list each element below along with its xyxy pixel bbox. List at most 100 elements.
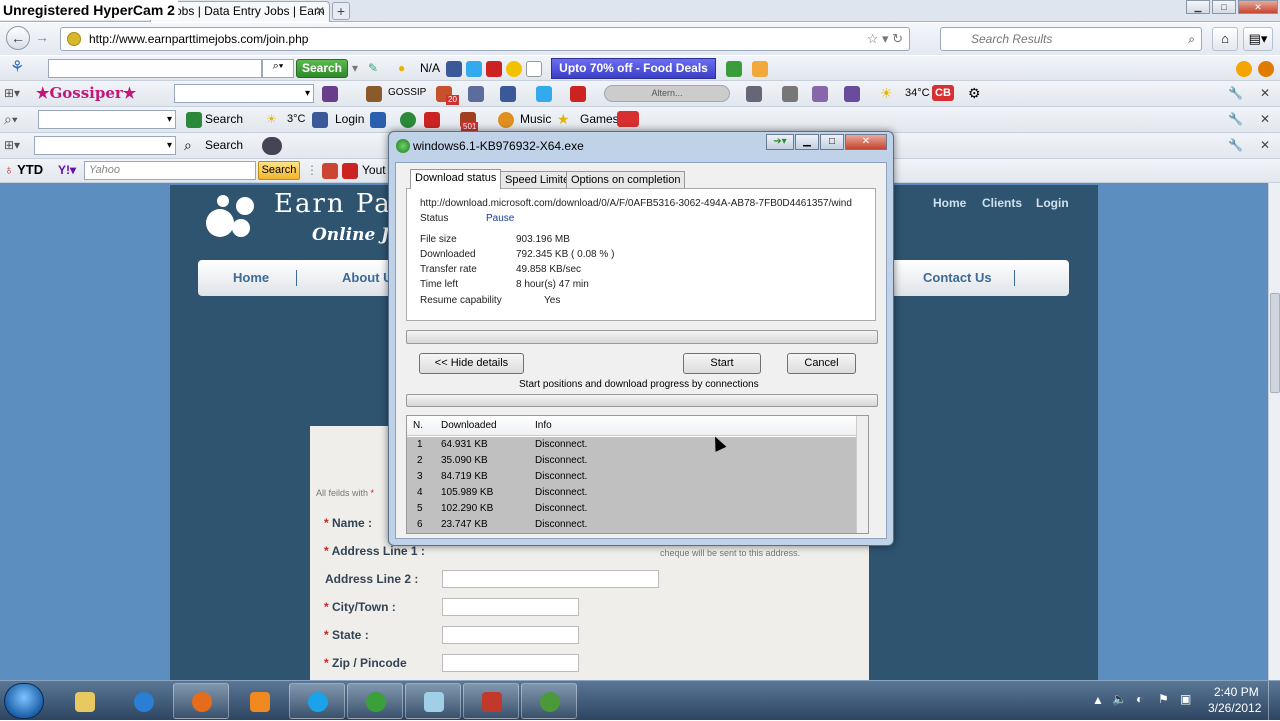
- addon-plus-icon[interactable]: [1236, 61, 1252, 77]
- toolbar-3-search-input[interactable]: ▾: [38, 110, 176, 129]
- minimize-button[interactable]: ▁: [1186, 0, 1210, 14]
- toolbar-dropdown-arrow-icon[interactable]: ▾: [352, 59, 358, 77]
- column-info[interactable]: Info: [535, 416, 552, 436]
- cancel-button[interactable]: Cancel: [787, 353, 856, 374]
- address-bar[interactable]: http://www.earnparttimejobs.com/join.php…: [60, 27, 910, 51]
- menu-about[interactable]: About U: [342, 270, 393, 285]
- amazon-icon[interactable]: [526, 61, 542, 77]
- tab-options-on-completion[interactable]: Options on completion: [566, 171, 686, 189]
- maximize-button[interactable]: □: [1212, 0, 1236, 14]
- column-downloaded[interactable]: Downloaded: [441, 416, 497, 436]
- youtube-icon-4[interactable]: [342, 163, 358, 179]
- top-link-home[interactable]: Home: [933, 196, 966, 210]
- taskbar-firefox[interactable]: [173, 683, 229, 719]
- toolbar-4-search-label[interactable]: Search: [205, 136, 243, 154]
- youtube-icon[interactable]: [486, 61, 502, 77]
- toolbar-expand-icon[interactable]: ⊞▾: [4, 84, 20, 102]
- table-row[interactable]: 5 102.290 KB Disconnect.: [407, 501, 859, 517]
- page-scrollbar[interactable]: [1268, 183, 1280, 680]
- facebook-login-icon[interactable]: [312, 112, 328, 128]
- deals-button[interactable]: Upto 70% off - Food Deals: [551, 58, 716, 79]
- bookmark-star-icon[interactable]: ☆ ▾ ↻: [867, 28, 903, 50]
- addon-options-icon[interactable]: [1258, 61, 1274, 77]
- table-row[interactable]: 1 64.931 KB Disconnect.: [407, 437, 859, 453]
- toolbar-game-icon[interactable]: [782, 86, 798, 102]
- taskbar-ie[interactable]: [115, 683, 171, 719]
- tray-app-icon[interactable]: ◐: [1136, 692, 1143, 706]
- twitter-icon-2[interactable]: [536, 86, 552, 102]
- cb-icon-2[interactable]: [617, 111, 639, 127]
- home-icon[interactable]: ⌂: [1212, 27, 1238, 51]
- taskbar-notepad[interactable]: [405, 683, 461, 719]
- search-arrow-icon[interactable]: [186, 112, 202, 128]
- forward-button[interactable]: →: [32, 26, 52, 50]
- toolbar-search-input[interactable]: [48, 59, 262, 78]
- toolbar-tool-icon-2[interactable]: [746, 86, 762, 102]
- top-link-clients[interactable]: Clients: [982, 196, 1022, 210]
- yahoo-icon[interactable]: Y!▾: [58, 161, 76, 179]
- toolbar-ring-icon[interactable]: ⚙: [968, 84, 981, 102]
- login-label[interactable]: Login: [335, 110, 364, 128]
- network-icon[interactable]: ▣: [1180, 692, 1191, 706]
- connections-scrollbar[interactable]: [856, 416, 868, 533]
- toolbar-mail-icon[interactable]: [844, 86, 860, 102]
- toolbar-4-search-icon[interactable]: ⌕: [184, 136, 192, 154]
- search-toolbar-icon[interactable]: ⌕▾: [4, 110, 18, 128]
- toolbar-4-wrench-icon[interactable]: 🔧: [1228, 136, 1243, 154]
- start-button[interactable]: Start: [683, 353, 761, 374]
- gossip-label[interactable]: GOSSIP: [388, 84, 426, 102]
- games-label[interactable]: Games: [580, 110, 619, 128]
- toolbar-4-expand-icon[interactable]: ⊞▾: [4, 136, 20, 154]
- toolbar-close-icon[interactable]: ✕: [1260, 84, 1270, 102]
- radio-player[interactable]: Altern...: [604, 85, 730, 102]
- address2-input[interactable]: [442, 570, 659, 588]
- table-row[interactable]: 2 35.090 KB Disconnect.: [407, 453, 859, 469]
- facebook-icon-2[interactable]: [500, 86, 516, 102]
- utorrent-toolbar-icon[interactable]: [262, 137, 282, 155]
- ytd-logo[interactable]: ♁ YTD: [4, 161, 43, 179]
- youtube-link-label[interactable]: Yout: [362, 161, 386, 179]
- smiley-icon[interactable]: [506, 61, 522, 77]
- toolbar-4-close-icon[interactable]: ✕: [1260, 136, 1270, 154]
- hide-details-button[interactable]: << Hide details: [419, 353, 524, 374]
- dialog-minimize-button[interactable]: ▁: [795, 134, 819, 150]
- table-row[interactable]: 6 23.747 KB Disconnect.: [407, 517, 859, 533]
- menu-icon[interactable]: ▤▾: [1243, 27, 1273, 51]
- youtube-icon-2[interactable]: [570, 86, 586, 102]
- envelope-icon[interactable]: [370, 112, 386, 128]
- table-row[interactable]: 3 84.719 KB Disconnect.: [407, 469, 859, 485]
- facebook-icon[interactable]: [446, 61, 462, 77]
- music-icon[interactable]: [498, 112, 514, 128]
- twitter-icon[interactable]: [466, 61, 482, 77]
- tray-expand-icon[interactable]: ▲: [1092, 693, 1104, 707]
- zip-input[interactable]: [442, 654, 579, 672]
- start-button[interactable]: [4, 683, 44, 719]
- dialog-arrow-button[interactable]: ➔▾: [766, 134, 794, 150]
- toolbar-play-icon[interactable]: [322, 86, 338, 102]
- dialog-close-button[interactable]: ✕: [845, 134, 887, 150]
- city-input[interactable]: [442, 598, 579, 616]
- mail-icon[interactable]: [752, 61, 768, 77]
- gossiper-search-input[interactable]: ▾: [174, 84, 314, 103]
- taskbar-skype[interactable]: [289, 683, 345, 719]
- menu-home[interactable]: Home: [233, 270, 269, 285]
- tab-download-status[interactable]: Download status: [410, 169, 502, 189]
- toolbar-3-wrench-icon[interactable]: 🔧: [1228, 110, 1243, 128]
- toolbar-tool-icon[interactable]: ✎: [368, 59, 378, 77]
- yahoo-search-input[interactable]: Yahoo: [84, 161, 256, 180]
- search-box[interactable]: Search Results ⌕: [940, 27, 1202, 51]
- top-link-login[interactable]: Login: [1036, 196, 1069, 210]
- volume-icon[interactable]: 🔈: [1112, 692, 1127, 706]
- show-desktop-button[interactable]: [1268, 681, 1280, 721]
- flag-icon[interactable]: ⚑: [1158, 692, 1169, 706]
- toolbar-search-button[interactable]: Search: [296, 59, 348, 78]
- yahoo-search-button[interactable]: Search: [258, 161, 300, 180]
- toolbar-media-icon[interactable]: [812, 86, 828, 102]
- clock-date[interactable]: 3/26/2012: [1208, 701, 1261, 715]
- taskbar-media-player[interactable]: [231, 683, 287, 719]
- scrollbar-thumb[interactable]: [1270, 293, 1280, 393]
- toolbar-app-icon[interactable]: [468, 86, 484, 102]
- toolbar-green-icon[interactable]: [726, 61, 742, 77]
- toolbar-3-search-label[interactable]: Search: [205, 110, 243, 128]
- toolbar-3-close-icon[interactable]: ✕: [1260, 110, 1270, 128]
